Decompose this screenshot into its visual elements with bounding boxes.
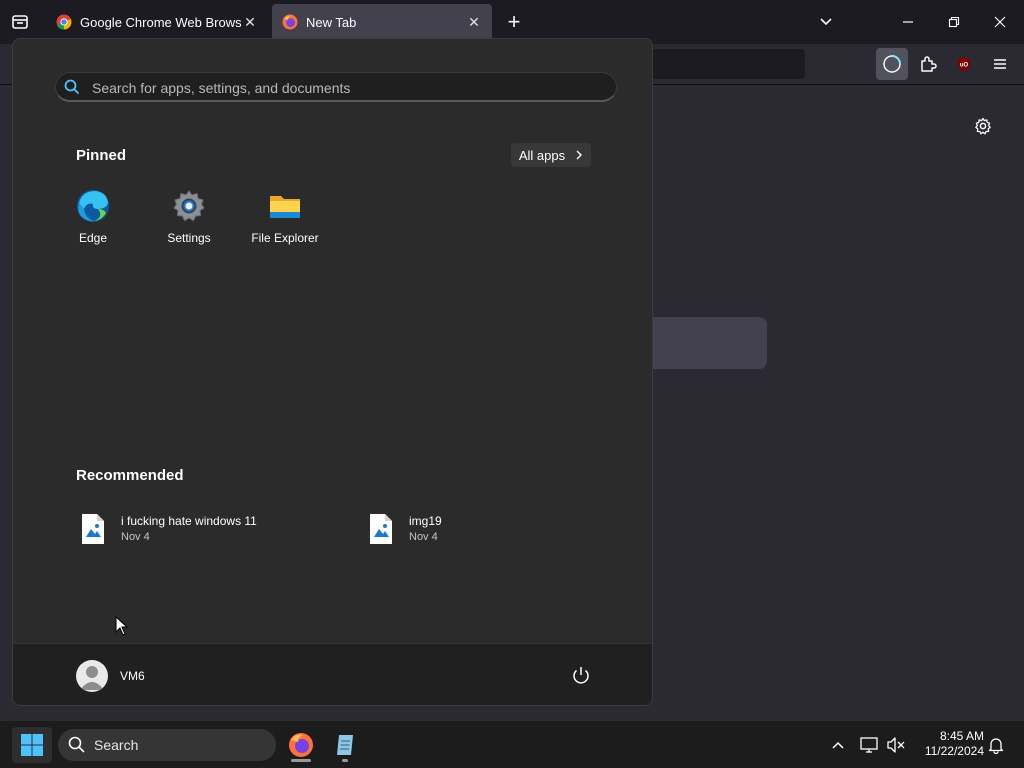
clock-date: 11/22/2024 bbox=[924, 744, 984, 758]
recommended-item-name: i fucking hate windows 11 bbox=[121, 514, 257, 528]
firefox-icon bbox=[289, 733, 313, 757]
start-menu: Pinned All apps Edge Settings File Explo… bbox=[12, 38, 653, 706]
close-icon bbox=[994, 16, 1006, 28]
list-all-tabs-button[interactable] bbox=[810, 6, 842, 38]
recommended-item[interactable]: img19 Nov 4 bbox=[369, 509, 442, 549]
volume-button[interactable] bbox=[884, 733, 908, 757]
window-close-button[interactable] bbox=[984, 6, 1016, 38]
bell-icon bbox=[988, 738, 1004, 754]
folder-icon bbox=[270, 196, 300, 218]
recommended-title: Recommended bbox=[76, 467, 184, 484]
start-menu-footer: VM6 bbox=[13, 643, 652, 705]
taskbar-clock[interactable]: 8:45 AM 11/22/2024 bbox=[914, 729, 984, 759]
mouse-cursor-icon bbox=[115, 616, 129, 636]
pinned-app-file-explorer[interactable]: File Explorer bbox=[237, 189, 333, 249]
taskbar-search-label: Search bbox=[94, 737, 139, 753]
minimize-icon bbox=[903, 21, 913, 23]
app-label: Settings bbox=[167, 231, 211, 245]
account-button[interactable] bbox=[876, 48, 908, 80]
recommended-item-name: img19 bbox=[409, 514, 442, 528]
ublock-shield-icon: uO bbox=[958, 57, 970, 71]
pinned-app-settings[interactable]: Settings bbox=[141, 189, 237, 249]
taskbar: Search 8:45 AM 11/22/2024 bbox=[0, 720, 1024, 768]
recommended-item-date: Nov 4 bbox=[121, 531, 150, 543]
firefox-view-icon bbox=[12, 15, 28, 29]
ublock-origin-button[interactable]: uO bbox=[948, 48, 980, 80]
app-label: File Explorer bbox=[251, 231, 319, 245]
all-apps-label: All apps bbox=[518, 147, 566, 163]
start-button[interactable] bbox=[12, 727, 52, 763]
chevron-right-icon bbox=[576, 150, 583, 160]
minimize-button[interactable] bbox=[892, 6, 924, 38]
edge-icon bbox=[77, 190, 109, 222]
app-menu-button[interactable] bbox=[984, 48, 1016, 80]
chrome-icon bbox=[56, 14, 72, 30]
restore-icon bbox=[948, 16, 960, 28]
svg-text:uO: uO bbox=[960, 63, 969, 69]
start-search-box[interactable] bbox=[55, 72, 617, 102]
network-status-button[interactable] bbox=[858, 733, 882, 757]
chevron-down-icon bbox=[820, 18, 832, 26]
restore-button[interactable] bbox=[938, 6, 970, 38]
tab-close-button[interactable]: ✕ bbox=[242, 14, 258, 30]
taskbar-search-box[interactable]: Search bbox=[58, 729, 276, 761]
start-search-input[interactable] bbox=[90, 77, 594, 99]
image-file-icon bbox=[82, 514, 104, 544]
puzzle-piece-icon bbox=[921, 56, 937, 72]
personalize-new-tab-button[interactable] bbox=[967, 110, 999, 142]
image-file-icon bbox=[370, 514, 392, 544]
tab-title: New Tab bbox=[306, 14, 357, 30]
tab-google-chrome[interactable]: Google Chrome Web Browser ✕ bbox=[46, 4, 268, 40]
notepad-icon bbox=[337, 735, 353, 755]
firefox-view-button[interactable] bbox=[4, 6, 36, 38]
speaker-muted-icon bbox=[887, 737, 905, 753]
power-icon bbox=[573, 667, 589, 684]
tab-title: Google Chrome Web Browser bbox=[80, 14, 242, 30]
chevron-up-icon bbox=[832, 741, 844, 749]
power-button[interactable] bbox=[569, 664, 593, 688]
user-silhouette-icon bbox=[80, 666, 104, 690]
recommended-item[interactable]: i fucking hate windows 11 Nov 4 bbox=[81, 509, 257, 549]
taskbar-app-notepad[interactable] bbox=[327, 727, 363, 763]
all-apps-button[interactable]: All apps bbox=[511, 143, 591, 167]
taskbar-app-firefox[interactable] bbox=[283, 727, 319, 763]
running-indicator bbox=[291, 759, 311, 762]
pinned-title: Pinned bbox=[76, 147, 127, 164]
tab-close-button[interactable]: ✕ bbox=[466, 14, 482, 30]
network-monitor-icon bbox=[860, 737, 878, 753]
account-ring-icon bbox=[883, 55, 901, 73]
hamburger-menu-icon bbox=[994, 59, 1006, 69]
settings-gear-icon bbox=[173, 190, 205, 222]
windows-logo-icon bbox=[21, 734, 43, 756]
recommended-item-date: Nov 4 bbox=[409, 531, 438, 543]
pinned-app-edge[interactable]: Edge bbox=[45, 189, 141, 249]
show-hidden-icons-button[interactable] bbox=[826, 733, 850, 757]
search-icon bbox=[68, 736, 85, 753]
clock-time: 8:45 AM bbox=[939, 729, 984, 743]
gear-icon bbox=[975, 117, 991, 135]
firefox-icon bbox=[282, 14, 298, 30]
extensions-button[interactable] bbox=[912, 48, 944, 80]
search-icon bbox=[64, 79, 80, 95]
running-indicator bbox=[342, 759, 348, 762]
avatar bbox=[76, 660, 108, 692]
user-name: VM6 bbox=[120, 669, 145, 683]
user-account-button[interactable]: VM6 bbox=[76, 660, 145, 692]
app-label: Edge bbox=[78, 231, 108, 245]
tab-new-tab[interactable]: New Tab ✕ bbox=[272, 4, 492, 40]
new-tab-button[interactable]: + bbox=[498, 6, 530, 38]
notifications-button[interactable] bbox=[984, 733, 1008, 757]
